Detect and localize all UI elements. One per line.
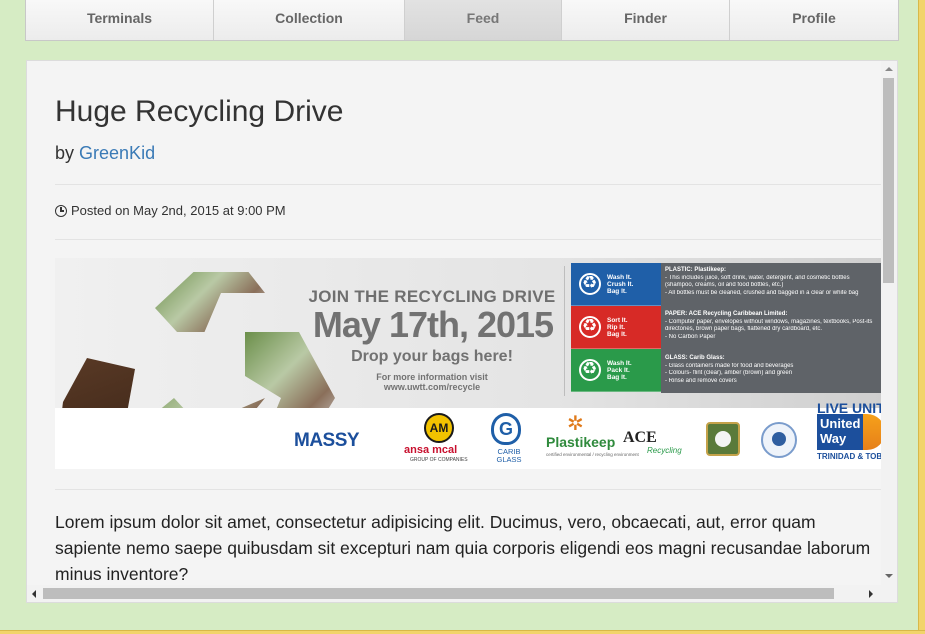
bin-paper: Sort It.Rip It.Bag It. [571,306,661,349]
recycle-arrow-photo [155,272,265,332]
banner-divider [564,266,565,396]
tab-terminals[interactable]: Terminals [26,0,214,40]
united-way-hand-icon [863,414,883,450]
scrollbar-corner [881,585,897,602]
banner-date: May 17th, 2015 [312,304,554,345]
author-link[interactable]: GreenKid [79,143,155,163]
recycle-icon [579,316,601,338]
recycle-icon [579,359,601,381]
scroll-up-icon[interactable] [885,67,893,71]
trinidad-tobago-text: TRINIDAD & TOBAGO [817,452,883,461]
tab-feed[interactable]: Feed [405,0,562,40]
tab-bar: Terminals Collection Feed Finder Profile [25,0,899,41]
info-plastic: PLASTIC: Plastikeep: - This includes jui… [665,267,859,296]
carib-glass-logo-mark: G [491,413,521,445]
byline-prefix: by [55,143,75,163]
divider [55,239,883,240]
clock-icon [55,204,67,217]
banner-more-info: For more information visit www.uwtt.com/… [307,372,557,392]
divider [55,184,883,185]
vertical-scroll-thumb[interactable] [883,78,894,283]
info-glass: GLASS: Carib Glass: - Glass containers m… [665,355,794,384]
ace-recycling-text: Recycling [647,446,682,455]
massy-logo: MASSY [294,430,360,451]
plastikeep-logo: Plastikeep [546,434,616,450]
tab-finder[interactable]: Finder [562,0,730,40]
bin-instructions: Sort It. Rip It. Bag It. [607,316,628,338]
tab-collection[interactable]: Collection [214,0,405,40]
bin-plastic: Wash It.Crush It.Bag It. [571,263,661,306]
window-frame-bottom [0,630,925,634]
post-byline: by GreenKid [55,143,155,164]
posted-text: Posted on May 2nd, 2015 at 9:00 PM [71,203,286,218]
banner-drop-text: Drop your bags here! [351,348,513,365]
bin-glass: Wash It.Pack It.Bag It. [571,349,661,392]
seal-logo [706,422,740,456]
horizontal-scroll-thumb[interactable] [43,588,834,599]
scroll-right-icon[interactable] [869,590,873,598]
feed-post-pane[interactable]: Huge Recycling Drive by GreenKid Posted … [26,60,898,603]
post-title: Huge Recycling Drive [55,95,344,128]
bin-instructions: Wash It. Crush It. Bag It. [607,273,634,295]
recycle-bins: Wash It.Crush It.Bag It. Sort It.Rip It.… [571,263,661,393]
united-way-logo: United Way [817,414,863,450]
scroll-down-icon[interactable] [885,574,893,578]
divider [55,489,883,490]
bin-instructions: Wash It. Pack It. Bag It. [607,359,632,381]
vertical-scrollbar[interactable] [881,61,897,586]
post-date: Posted on May 2nd, 2015 at 9:00 PM [55,203,286,218]
carib-glass-logo: CARIB GLASS [496,447,522,464]
ansa-mcal-subtitle: GROUP OF COMPANIES [410,457,468,463]
tetra-pak-seal-logo [761,422,797,458]
scroll-left-icon[interactable] [32,590,36,598]
more-info-url: www.uwtt.com/recycle [383,382,481,392]
sponsor-logos: MASSY AM ansa mcal GROUP OF COMPANIES G … [55,400,883,469]
tab-profile[interactable]: Profile [730,0,898,40]
window-frame-right [918,0,925,634]
recycling-drive-banner: JOIN THE RECYCLING DRIVE May 17th, 2015 … [55,258,883,469]
ace-logo: ACE [623,429,657,446]
horizontal-scrollbar[interactable] [27,585,883,602]
post-body: Lorem ipsum dolor sit amet, consectetur … [55,512,871,584]
recycle-info-panel: PLASTIC: Plastikeep: - This includes jui… [661,263,883,393]
more-info-line: For more information visit [376,372,488,382]
ansa-mcal-logo-mark: AM [424,413,454,443]
recycle-icon [579,273,601,295]
ansa-mcal-logo: ansa mcal [404,444,458,456]
plastikeep-subtitle: certified environmental / recycling envi… [546,452,639,457]
plastikeep-star-icon: ✲ [567,413,584,435]
info-paper: PAPER: ACE Recycling Caribbean Limited: … [665,311,873,340]
